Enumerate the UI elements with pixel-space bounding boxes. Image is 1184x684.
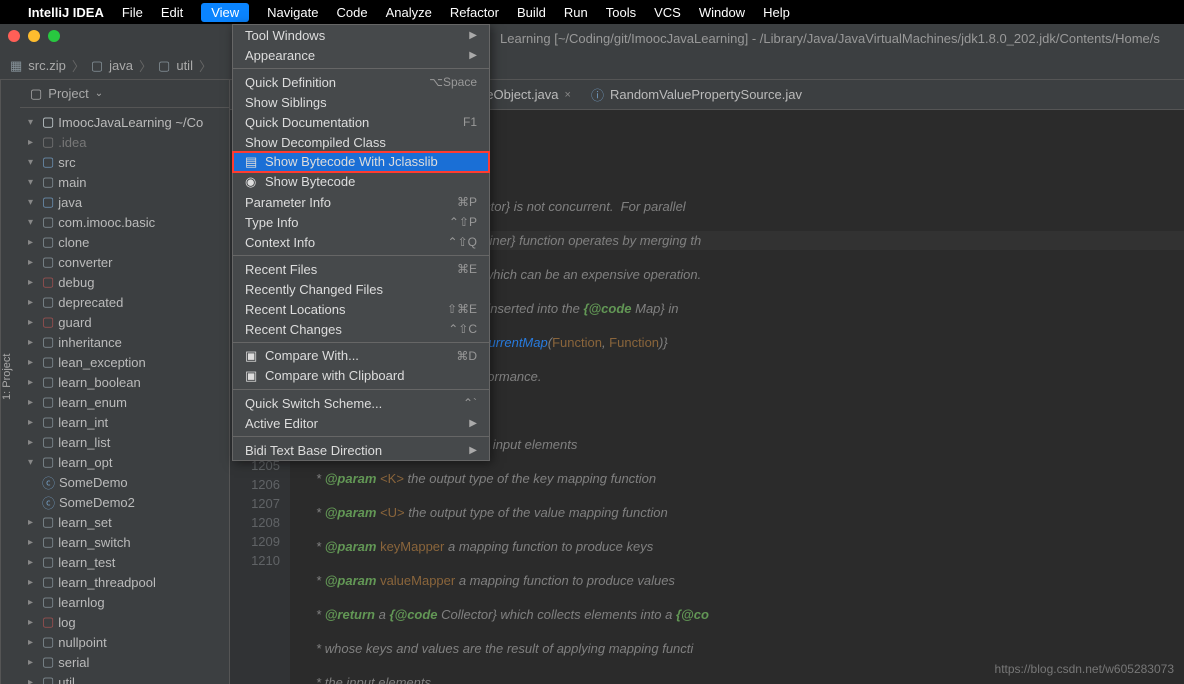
window-controls	[8, 30, 60, 42]
tree-folder[interactable]: ▸▢learn_boolean	[20, 372, 229, 392]
tree-folder[interactable]: ▸▢learn_list	[20, 432, 229, 452]
tree-folder[interactable]: ▸▢learn_enum	[20, 392, 229, 412]
menu-item[interactable]: Appearance▶	[233, 45, 489, 65]
titlebar: Learning [~/Coding/git/ImoocJavaLearning…	[0, 24, 1184, 52]
close-window[interactable]	[8, 30, 20, 42]
menu-item[interactable]: Context Info⌃⇧Q	[233, 232, 489, 252]
menu-item[interactable]: Bidi Text Base Direction▶	[233, 440, 489, 460]
menu-analyze[interactable]: Analyze	[386, 5, 432, 20]
chevron-right-icon: 〉	[72, 56, 85, 75]
minimize-window[interactable]	[28, 30, 40, 42]
tree-folder[interactable]: ▸▢converter	[20, 252, 229, 272]
editor-tab[interactable]: ⓘ RandomValuePropertySource.jav	[581, 80, 812, 109]
project-tree: ▾▢ImoocJavaLearning ~/Co ▸▢.idea ▾▢src ▾…	[20, 108, 229, 684]
tool-window-tab-project[interactable]: 1: Project	[0, 80, 20, 684]
folder-icon: ▢	[91, 58, 103, 74]
menu-window[interactable]: Window	[699, 5, 745, 20]
tree-folder[interactable]: ▸▢learn_test	[20, 552, 229, 572]
menu-help[interactable]: Help	[763, 5, 790, 20]
menu-tools[interactable]: Tools	[606, 5, 636, 20]
tree-folder[interactable]: ▸▢learn_set	[20, 512, 229, 532]
project-view-icon: ▢	[30, 86, 42, 102]
tree-folder[interactable]: ▸▢debug	[20, 272, 229, 292]
tree-folder[interactable]: ▸▢nullpoint	[20, 632, 229, 652]
tree-package[interactable]: ▾▢com.imooc.basic	[20, 212, 229, 232]
menu-item[interactable]: Recently Changed Files	[233, 279, 489, 299]
menu-view[interactable]: View	[201, 3, 249, 22]
breadcrumb-item[interactable]: java	[109, 58, 133, 73]
menu-code[interactable]: Code	[336, 5, 367, 20]
chevron-right-icon: 〉	[199, 56, 212, 75]
maximize-window[interactable]	[48, 30, 60, 42]
menu-item[interactable]: ▣Compare With...⌘D	[233, 346, 489, 366]
breadcrumb: ▦ src.zip 〉 ▢ java 〉 ▢ util 〉	[0, 52, 1184, 80]
folder-icon: ▢	[158, 58, 170, 74]
tree-folder[interactable]: ▸▢learn_int	[20, 412, 229, 432]
menu-item[interactable]: Recent Files⌘E	[233, 259, 489, 279]
menu-edit[interactable]: Edit	[161, 5, 183, 20]
tree-folder[interactable]: ▸▢.idea	[20, 132, 229, 152]
tree-folder[interactable]: ▸▢util	[20, 672, 229, 684]
tree-folder[interactable]: ▾▢main	[20, 172, 229, 192]
tree-class[interactable]: ⓒSomeDemo	[20, 472, 229, 492]
app-name: IntelliJ IDEA	[28, 5, 104, 20]
menu-item[interactable]: Type Info⌃⇧P	[233, 212, 489, 232]
menubar: IntelliJ IDEA File Edit View Navigate Co…	[0, 0, 1184, 24]
menu-build[interactable]: Build	[517, 5, 546, 20]
menu-item[interactable]: ▤Show Bytecode With Jclasslib	[233, 152, 489, 172]
watermark: https://blog.csdn.net/w605283073	[995, 662, 1174, 676]
tree-folder[interactable]: ▸▢learn_threadpool	[20, 572, 229, 592]
menu-item[interactable]: Recent Locations⇧⌘E	[233, 299, 489, 319]
tree-folder[interactable]: ▸▢guard	[20, 312, 229, 332]
menu-item[interactable]: Show Decompiled Class	[233, 132, 489, 152]
tree-folder[interactable]: ▸▢log	[20, 612, 229, 632]
menu-item[interactable]: Parameter Info⌘P	[233, 192, 489, 212]
tree-class[interactable]: ⓒSomeDemo2	[20, 492, 229, 512]
menu-run[interactable]: Run	[564, 5, 588, 20]
tree-folder[interactable]: ▾▢learn_opt	[20, 452, 229, 472]
close-tab-icon[interactable]: ×	[565, 89, 571, 101]
tree-folder[interactable]: ▸▢learn_switch	[20, 532, 229, 552]
menu-item[interactable]: Tool Windows▶	[233, 25, 489, 45]
menu-item[interactable]: Quick Definition⌥Space	[233, 72, 489, 92]
menu-item[interactable]: Show Siblings	[233, 92, 489, 112]
menu-item[interactable]: ◉Show Bytecode	[233, 172, 489, 192]
menu-file[interactable]: File	[122, 5, 143, 20]
menu-item[interactable]: Quick Switch Scheme...⌃`	[233, 393, 489, 413]
tree-folder[interactable]: ▸▢deprecated	[20, 292, 229, 312]
window-title: Learning [~/Coding/git/ImoocJavaLearning…	[500, 31, 1160, 46]
view-menu-popup: Tool Windows▶Appearance▶ Quick Definition…	[232, 24, 490, 461]
menu-item[interactable]: Recent Changes⌃⇧C	[233, 319, 489, 339]
chevron-down-icon[interactable]: ⌄	[95, 88, 103, 99]
menu-vcs[interactable]: VCS	[654, 5, 681, 20]
menu-item[interactable]: Quick DocumentationF1	[233, 112, 489, 132]
menu-navigate[interactable]: Navigate	[267, 5, 318, 20]
java-file-icon: ⓘ	[591, 85, 604, 104]
tree-folder[interactable]: ▸▢clone	[20, 232, 229, 252]
archive-icon: ▦	[10, 58, 22, 74]
menu-refactor[interactable]: Refactor	[450, 5, 499, 20]
tree-folder[interactable]: ▸▢serial	[20, 652, 229, 672]
tree-folder[interactable]: ▾▢java	[20, 192, 229, 212]
chevron-right-icon: 〉	[139, 56, 152, 75]
tree-folder[interactable]: ▸▢inheritance	[20, 332, 229, 352]
breadcrumb-item[interactable]: src.zip	[28, 58, 66, 73]
tree-folder[interactable]: ▸▢learnlog	[20, 592, 229, 612]
menu-item[interactable]: Active Editor▶	[233, 413, 489, 433]
tree-root[interactable]: ▾▢ImoocJavaLearning ~/Co	[20, 112, 229, 132]
tab-label: RandomValuePropertySource.jav	[610, 87, 802, 102]
breadcrumb-item[interactable]: util	[176, 58, 193, 73]
tree-folder[interactable]: ▸▢lean_exception	[20, 352, 229, 372]
project-tool-window: ▢ Project ⌄ ▾▢ImoocJavaLearning ~/Co ▸▢.…	[20, 80, 230, 684]
project-view-label[interactable]: Project	[48, 86, 88, 101]
tree-folder[interactable]: ▾▢src	[20, 152, 229, 172]
project-header: ▢ Project ⌄	[20, 80, 229, 108]
menu-item[interactable]: ▣Compare with Clipboard	[233, 366, 489, 386]
